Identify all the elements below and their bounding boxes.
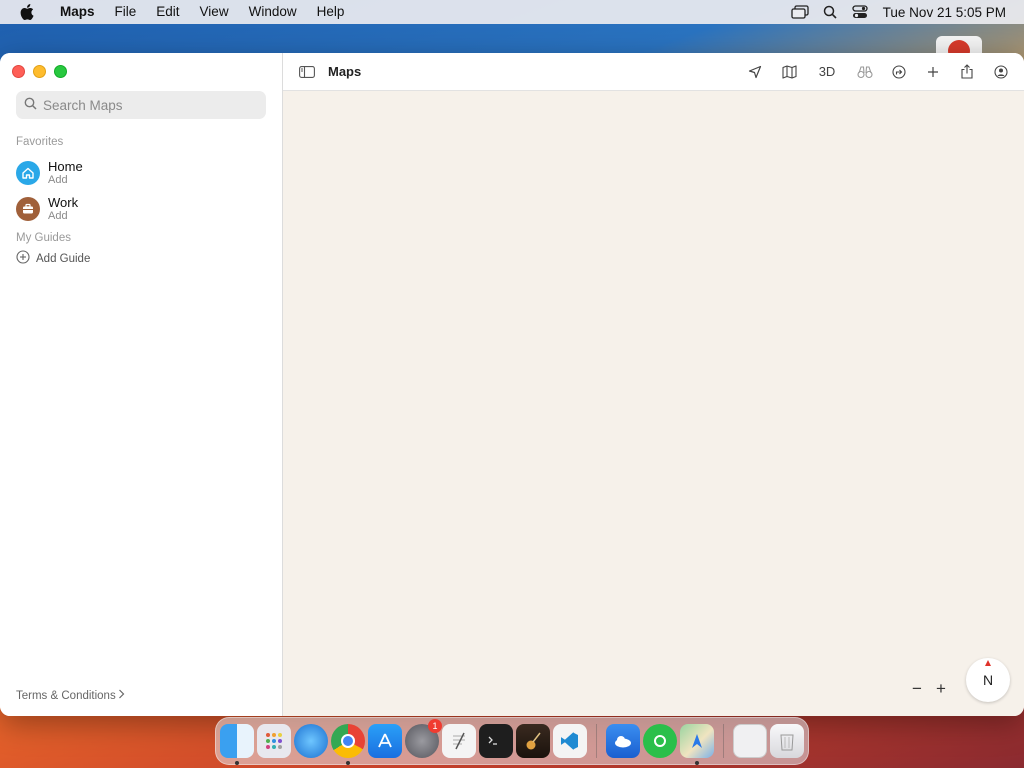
window-controls (12, 65, 67, 78)
location-arrow-icon[interactable] (738, 59, 772, 85)
running-indicator (695, 761, 699, 765)
safari-icon[interactable] (294, 724, 328, 758)
add-guide-button[interactable]: Add Guide (16, 250, 90, 267)
find-my-icon[interactable] (643, 724, 677, 758)
menu-clock[interactable]: Tue Nov 21 5:05 PM (875, 5, 1024, 20)
textedit-icon[interactable] (442, 724, 476, 758)
vscode-icon[interactable] (553, 724, 587, 758)
look-around-binoculars-icon[interactable] (848, 59, 882, 85)
favorite-home-subtitle: Add (48, 174, 68, 186)
compass-label: N (982, 672, 994, 688)
chevron-right-icon (118, 689, 125, 702)
close-button[interactable] (12, 65, 25, 78)
map-mode-icon[interactable] (772, 59, 806, 85)
screen-mirroring-icon[interactable] (785, 0, 815, 24)
menu-help[interactable]: Help (307, 0, 355, 24)
add-icon[interactable] (916, 59, 950, 85)
share-icon[interactable] (950, 59, 984, 85)
finder-icon[interactable] (220, 724, 254, 765)
zoom-out-button[interactable]: − (907, 679, 927, 699)
search-input[interactable] (43, 97, 243, 113)
terminal-icon[interactable] (479, 724, 513, 758)
menu-file[interactable]: File (105, 0, 147, 24)
launchpad-icon[interactable] (257, 724, 291, 758)
guitar-app-icon[interactable] (516, 724, 550, 758)
spotlight-search-icon[interactable] (815, 0, 845, 24)
add-guide-label: Add Guide (36, 252, 91, 265)
3d-button[interactable]: 3D (806, 59, 848, 85)
maps-window: Favorites Home Add Work Add My Guides (0, 53, 1024, 716)
favorite-work[interactable]: Work Add (16, 195, 78, 223)
minimize-button[interactable] (33, 65, 46, 78)
terms-link[interactable]: Terms & Conditions (16, 689, 125, 702)
directions-icon[interactable] (882, 59, 916, 85)
zoom-controls: − + (907, 679, 951, 699)
zoom-in-button[interactable]: + (931, 679, 951, 699)
app-store-icon[interactable] (368, 724, 402, 758)
compass[interactable]: N (966, 658, 1010, 702)
downloads-stack-icon[interactable] (733, 724, 767, 758)
menu-edit[interactable]: Edit (146, 0, 189, 24)
search-icon (24, 97, 37, 113)
dock: 1 (215, 717, 809, 765)
favorites-header: Favorites (16, 136, 64, 148)
running-indicator (235, 761, 239, 765)
menu-bar: Maps File Edit View Window Help Tue Nov … (0, 0, 1024, 24)
compass-needle-icon (985, 660, 991, 666)
account-icon[interactable] (984, 59, 1018, 85)
menu-view[interactable]: View (190, 0, 239, 24)
plus-circle-icon (16, 250, 30, 267)
sidebar-toggle-icon[interactable] (297, 62, 317, 82)
maps-app-icon[interactable] (680, 724, 714, 765)
map-area[interactable]: Maps 3D − + N (283, 53, 1024, 716)
notification-badge: 1 (428, 719, 442, 733)
dock-separator (723, 724, 724, 758)
dock-separator (596, 724, 597, 758)
favorite-work-title: Work (48, 195, 79, 210)
trash-icon[interactable] (770, 724, 804, 758)
control-center-icon[interactable] (845, 0, 875, 24)
running-indicator (346, 761, 350, 765)
weather-icon[interactable] (606, 724, 640, 758)
system-settings-icon[interactable]: 1 (405, 719, 442, 758)
favorite-home[interactable]: Home Add (16, 159, 83, 187)
search-field[interactable] (16, 91, 266, 119)
menu-window[interactable]: Window (239, 0, 307, 24)
house-icon (16, 161, 40, 185)
briefcase-icon (16, 197, 40, 221)
window-title: Maps (328, 64, 362, 79)
favorite-home-title: Home (48, 159, 83, 174)
terms-label: Terms & Conditions (16, 689, 116, 702)
sidebar: Favorites Home Add Work Add My Guides (0, 53, 283, 716)
menu-app-name[interactable]: Maps (50, 0, 105, 24)
apple-menu-icon[interactable] (16, 1, 38, 23)
maximize-button[interactable] (54, 65, 67, 78)
favorite-work-subtitle: Add (48, 210, 68, 222)
my-guides-header: My Guides (16, 232, 71, 244)
chrome-icon[interactable] (331, 724, 365, 765)
toolbar: Maps 3D (283, 53, 1024, 91)
